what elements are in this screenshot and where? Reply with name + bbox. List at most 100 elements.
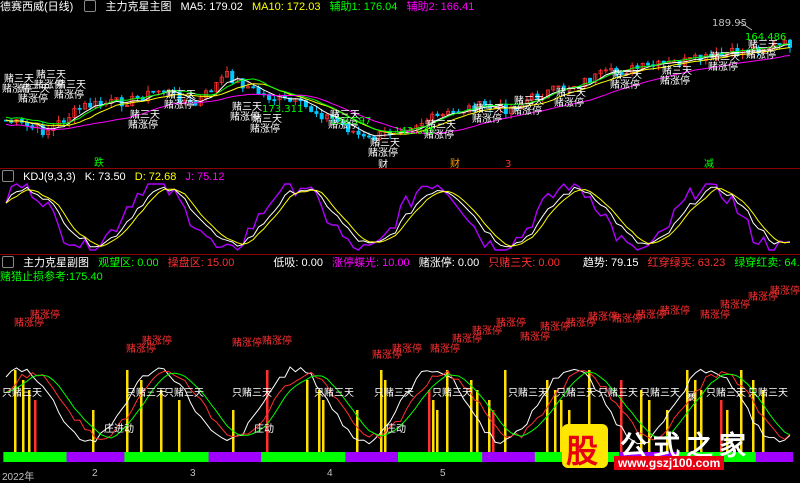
signal-label: 赌涨停 xyxy=(18,92,48,105)
zone-bar xyxy=(145,452,152,462)
candle-body xyxy=(645,62,650,66)
green-cross-sell-value: 绿穿红卖: 64.49 xyxy=(734,257,800,269)
zone-bar xyxy=(461,452,467,462)
signal-label: 赌涨停 xyxy=(746,48,776,61)
x-axis-label: 3 xyxy=(190,468,196,479)
marker-label: 庄动 xyxy=(254,422,274,435)
zone-bar xyxy=(250,452,257,462)
bet-three-days-signal: 只赌三天 xyxy=(2,386,42,399)
zone-bar xyxy=(98,452,104,462)
signal-label: 赌涨停 xyxy=(708,60,738,73)
zone-bar xyxy=(324,452,331,462)
bet-three-days-signal: 只赌三天 xyxy=(232,386,272,399)
zone-bar xyxy=(166,452,173,462)
signal-bar xyxy=(178,400,181,452)
zone-bar xyxy=(198,452,204,462)
zone-bar xyxy=(408,452,415,462)
price-label: 164.486 xyxy=(745,32,786,43)
chart-canvas[interactable]: 赌三天赌涨停赌三天赌涨停赌三天赌涨停赌三天赌涨停赌三天赌涨停赌三天赌涨停 赌三天赌… xyxy=(0,0,800,480)
zone-bar xyxy=(450,452,457,462)
watermark-url: www.gszj100.com xyxy=(614,456,725,470)
bet-limit-up-signal: 赌涨停 xyxy=(142,334,172,347)
settings-toggle-icon[interactable] xyxy=(84,0,97,13)
zone-bar xyxy=(366,452,373,462)
zone-bar xyxy=(529,452,536,462)
signal-label: 赌涨停 xyxy=(54,88,84,101)
zone-bar xyxy=(3,452,10,462)
zone-bar xyxy=(266,452,273,462)
signal-label: 赌涨停 xyxy=(512,104,542,117)
zone-bar xyxy=(113,452,120,462)
candle-body xyxy=(251,86,256,89)
zone-bar xyxy=(313,452,320,462)
zone-bar xyxy=(92,452,99,462)
limit-up-light-value: 涨停蝶光: 10.00 xyxy=(332,257,410,269)
zone-bar xyxy=(208,452,215,462)
zone-bar xyxy=(24,452,31,462)
kdj-title[interactable]: KDJ(9,3,3) xyxy=(23,171,76,183)
settings-toggle-icon[interactable] xyxy=(2,256,14,269)
candle-body xyxy=(588,77,593,83)
zone-bar xyxy=(440,452,446,462)
zone-bar xyxy=(513,452,520,462)
zone-bar xyxy=(445,452,452,462)
zone-bar xyxy=(287,452,294,462)
zone-bar xyxy=(155,452,162,462)
bet-three-days-signal: 只赌三天 xyxy=(126,386,166,399)
zone-bar xyxy=(187,452,194,462)
zone-bar xyxy=(345,452,352,462)
zone-bar xyxy=(34,452,41,462)
bet-limit-up-signal: 赌涨停 xyxy=(30,308,60,321)
x-axis-label: 2022年 xyxy=(2,472,35,483)
kdj-panel-header: KDJ(9,3,3) K: 73.50 D: 72.68 J: 75.12 xyxy=(0,170,231,184)
zone-bar xyxy=(255,452,262,462)
aux2-value: 辅助2: 166.41 xyxy=(406,1,475,13)
bet-three-days-signal: 只赌三天 xyxy=(556,386,596,399)
zone-bar xyxy=(398,452,404,462)
sub-indicator-title[interactable]: 主力克星副图 xyxy=(23,257,89,269)
signal-bar xyxy=(380,370,383,452)
zone-bar xyxy=(340,452,346,462)
candle-body xyxy=(161,90,166,93)
zone-bar xyxy=(129,452,136,462)
candle-body xyxy=(361,133,366,137)
zone-bar xyxy=(419,452,425,462)
zone-bar xyxy=(308,452,315,462)
signal-bar xyxy=(14,370,17,452)
bet-limit-up-signal: 赌涨停 xyxy=(720,298,750,311)
zone-bar xyxy=(371,452,378,462)
zone-bar xyxy=(13,452,20,462)
settings-toggle-icon[interactable] xyxy=(2,170,14,183)
bet-three-days-signal: 只赌三天 xyxy=(640,386,680,399)
bet-three-days-signal: 只赌三天 xyxy=(706,386,746,399)
signal-bar xyxy=(492,410,495,452)
zone-bar xyxy=(61,452,68,462)
signal-bar xyxy=(34,400,37,452)
zone-bar xyxy=(519,452,525,462)
zone-bar xyxy=(182,452,189,462)
zone-bar xyxy=(119,452,125,462)
bet-three-days-signal: 只赌三天 xyxy=(748,386,788,399)
marker-label: 暴 xyxy=(686,391,696,403)
bet-three-days-signal: 只赌三天 xyxy=(374,386,414,399)
zone-bar xyxy=(50,452,57,462)
zone-bar xyxy=(276,452,283,462)
zone-bar xyxy=(292,452,299,462)
bet-three-days-value: 只赌三天: 0.00 xyxy=(488,257,560,269)
main-indicator-title[interactable]: 主力克星主图 xyxy=(105,1,171,13)
zone-bar xyxy=(108,452,115,462)
signal-label: 赌涨停 xyxy=(250,122,280,135)
sub-panel-header: 主力克星副图 观望区: 0.00 操盘区: 15.00 低吸: 0.00 涨停蝶… xyxy=(0,256,800,270)
stock-logo-icon: 股 xyxy=(562,424,608,470)
zone-bar xyxy=(271,452,278,462)
candle-body xyxy=(135,95,140,98)
watermark-logo-text: 股 xyxy=(566,432,599,470)
bet-limit-up-signal: 赌涨停 xyxy=(770,284,800,297)
zone-bar xyxy=(503,452,509,462)
candle-body xyxy=(309,106,314,112)
zone-bar xyxy=(19,452,25,462)
candle-body xyxy=(314,111,319,114)
trend-value: 趋势: 79.15 xyxy=(582,257,639,269)
signal-bar xyxy=(318,390,321,452)
kdj-sub-divider xyxy=(0,254,800,255)
